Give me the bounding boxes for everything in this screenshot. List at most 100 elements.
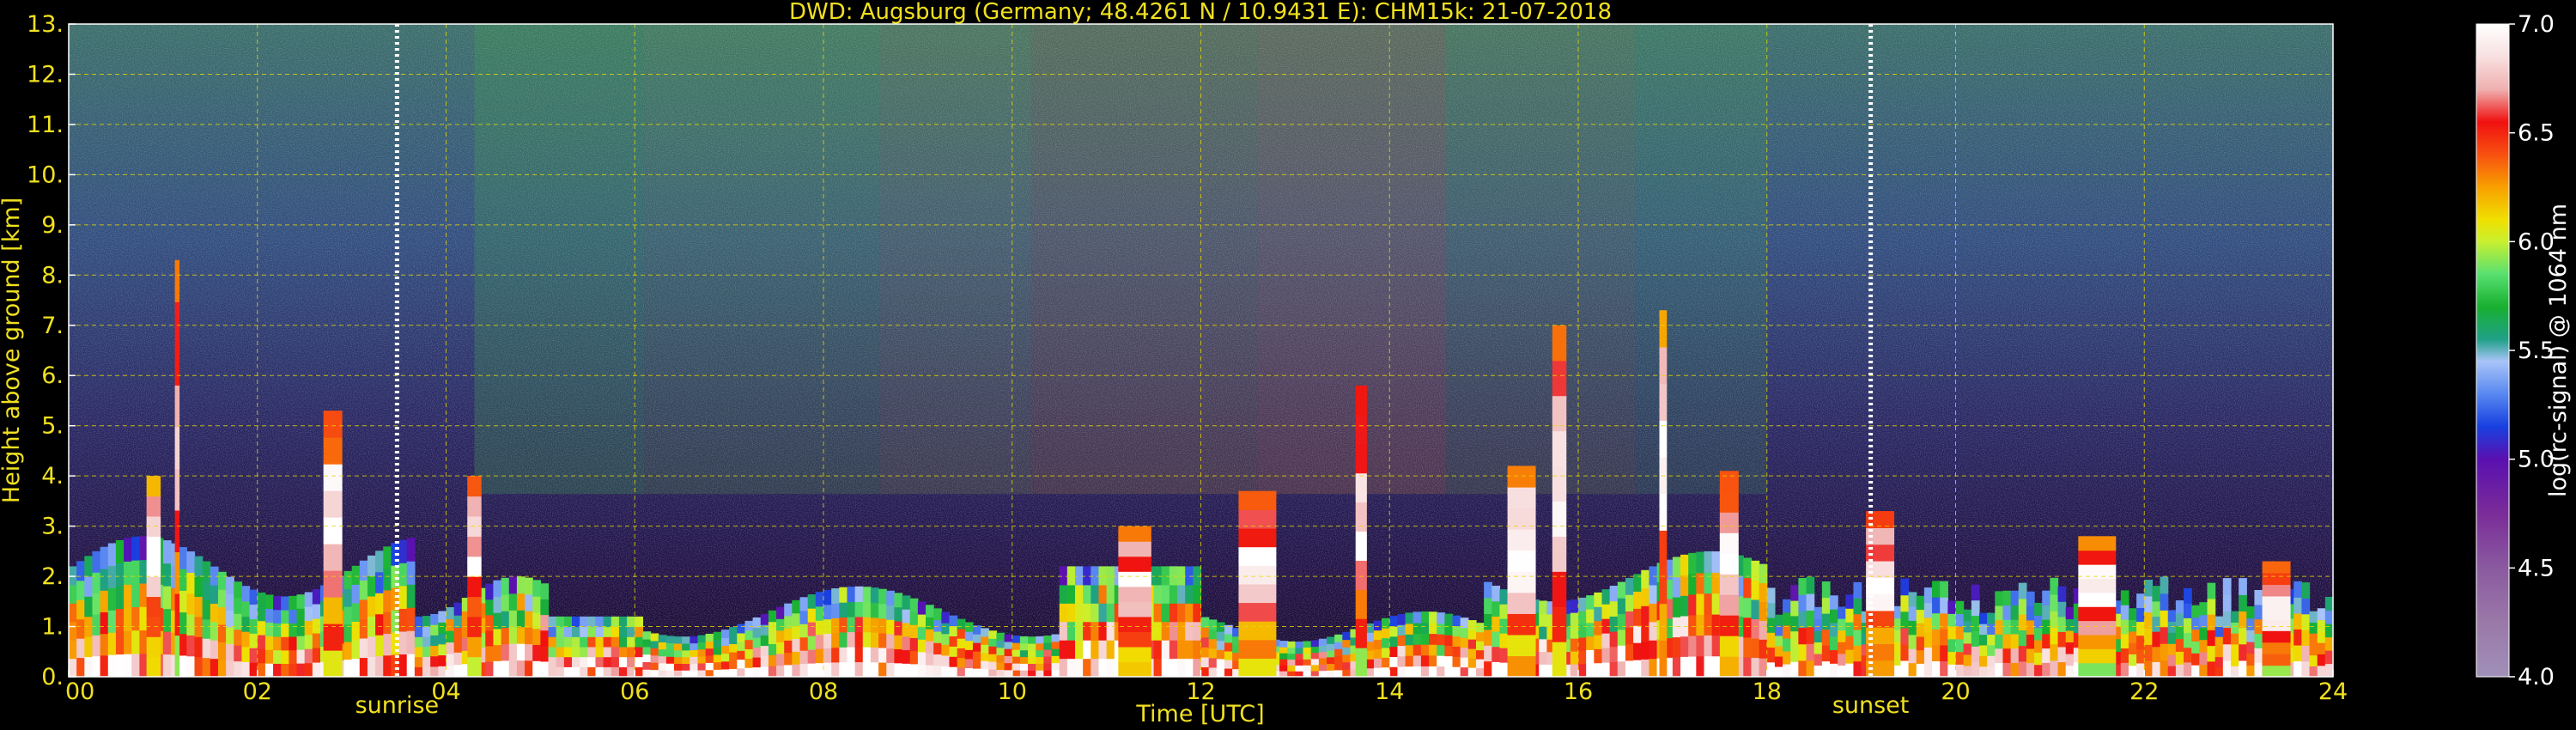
backscatter-cell xyxy=(1978,634,1988,646)
backscatter-cell xyxy=(1169,566,1178,586)
backscatter-cell xyxy=(2152,616,2161,632)
backscatter-cell xyxy=(1672,557,1681,578)
backscatter-cell xyxy=(1475,631,1485,642)
backscatter-cell xyxy=(532,628,541,646)
backscatter-cell xyxy=(1814,665,1823,677)
backscatter-cell xyxy=(650,669,659,677)
backscatter-cell xyxy=(1908,592,1917,607)
backscatter-cell xyxy=(902,636,911,651)
backscatter-cell xyxy=(1978,612,1988,624)
cloud-plume-cell xyxy=(2078,550,2117,565)
backscatter-cell xyxy=(383,546,392,569)
backscatter-cell xyxy=(1821,629,1831,646)
backscatter-cell xyxy=(398,563,408,587)
backscatter-cell xyxy=(618,666,628,677)
backscatter-cell xyxy=(1012,663,1021,671)
cloud-plume-cell xyxy=(1552,606,1567,642)
cloud-plume-cell xyxy=(174,593,180,636)
backscatter-cell xyxy=(1759,601,1768,621)
backscatter-cell xyxy=(981,660,989,670)
backscatter-cell xyxy=(792,664,801,677)
backscatter-cell xyxy=(359,637,368,659)
backscatter-cell xyxy=(2128,665,2137,677)
backscatter-cell xyxy=(1783,637,1791,652)
backscatter-cell xyxy=(398,608,408,632)
backscatter-cell xyxy=(2175,638,2184,652)
backscatter-cell xyxy=(131,560,141,584)
backscatter-cell xyxy=(1389,636,1399,648)
backscatter-cell xyxy=(1995,619,2004,635)
backscatter-cell xyxy=(1193,640,1202,660)
backscatter-cell xyxy=(964,658,974,669)
backscatter-cell xyxy=(1586,663,1595,677)
backscatter-cell xyxy=(1318,651,1327,659)
backscatter-cell xyxy=(2152,646,2161,662)
backscatter-cell xyxy=(115,563,125,587)
backscatter-cell xyxy=(1971,599,1980,617)
backscatter-cell xyxy=(414,646,423,658)
backscatter-cell xyxy=(179,633,187,656)
backscatter-cell xyxy=(1075,584,1084,604)
backscatter-cell xyxy=(1601,604,1611,619)
cloud-plume-cell xyxy=(1659,566,1668,605)
backscatter-cell xyxy=(1586,649,1595,664)
backscatter-cell xyxy=(1987,655,1996,667)
backscatter-cell xyxy=(1279,647,1288,654)
backscatter-cell xyxy=(2026,634,2035,649)
backscatter-cell xyxy=(438,622,447,634)
backscatter-cell xyxy=(1995,591,2004,606)
backscatter-cell xyxy=(453,639,463,653)
backscatter-cell xyxy=(1940,660,1948,677)
backscatter-cell xyxy=(752,656,762,668)
backscatter-cell xyxy=(1499,589,1509,605)
backscatter-cell xyxy=(1467,648,1477,659)
backscatter-cell xyxy=(1806,626,1815,644)
backscatter-cell xyxy=(635,646,644,658)
backscatter-cell xyxy=(532,644,541,661)
backscatter-cell xyxy=(1365,667,1375,677)
backscatter-cell xyxy=(1382,628,1390,639)
backscatter-cell xyxy=(2167,643,2177,655)
backscatter-cell xyxy=(406,607,416,631)
backscatter-cell xyxy=(556,616,565,628)
backscatter-cell xyxy=(2002,662,2012,677)
backscatter-cell xyxy=(343,570,353,590)
backscatter-cell xyxy=(1083,603,1091,623)
backscatter-cell xyxy=(603,666,612,677)
cloud-plume-cell xyxy=(1507,571,1536,593)
backscatter-cell xyxy=(1806,576,1815,594)
cloud-plume-cell xyxy=(1507,613,1536,636)
backscatter-cell xyxy=(1484,581,1492,599)
backscatter-cell xyxy=(1185,621,1194,641)
backscatter-cell xyxy=(525,593,533,611)
backscatter-cell xyxy=(650,654,659,663)
backscatter-cell xyxy=(2324,636,2333,651)
backscatter-cell xyxy=(854,586,864,602)
backscatter-cell xyxy=(2026,662,2035,677)
backscatter-cell xyxy=(312,661,321,677)
backscatter-cell xyxy=(2042,648,2050,663)
x-tick-label: 00 xyxy=(65,678,94,705)
backscatter-cell xyxy=(2065,642,2075,654)
backscatter-cell xyxy=(1444,645,1454,657)
backscatter-cell xyxy=(1405,666,1414,677)
cloud-plume-cell xyxy=(467,536,482,557)
backscatter-cell xyxy=(1193,566,1202,586)
backscatter-cell xyxy=(525,611,533,628)
backscatter-cell xyxy=(1429,622,1437,635)
cloud-plume-cell xyxy=(1552,325,1567,362)
backscatter-cell xyxy=(2065,653,2075,666)
backscatter-cell xyxy=(446,607,455,620)
backscatter-cell xyxy=(926,641,934,654)
backscatter-cell xyxy=(2191,653,2200,666)
backscatter-cell xyxy=(713,631,722,641)
backscatter-cell xyxy=(1743,656,1753,677)
backscatter-cell xyxy=(784,652,793,666)
backscatter-cell xyxy=(2222,643,2232,661)
backscatter-cell xyxy=(508,610,518,628)
backscatter-cell xyxy=(839,617,848,633)
backscatter-cell xyxy=(611,666,620,677)
backscatter-cell xyxy=(1373,648,1382,659)
backscatter-cell xyxy=(2184,632,2192,648)
backscatter-cell xyxy=(1916,663,1925,677)
